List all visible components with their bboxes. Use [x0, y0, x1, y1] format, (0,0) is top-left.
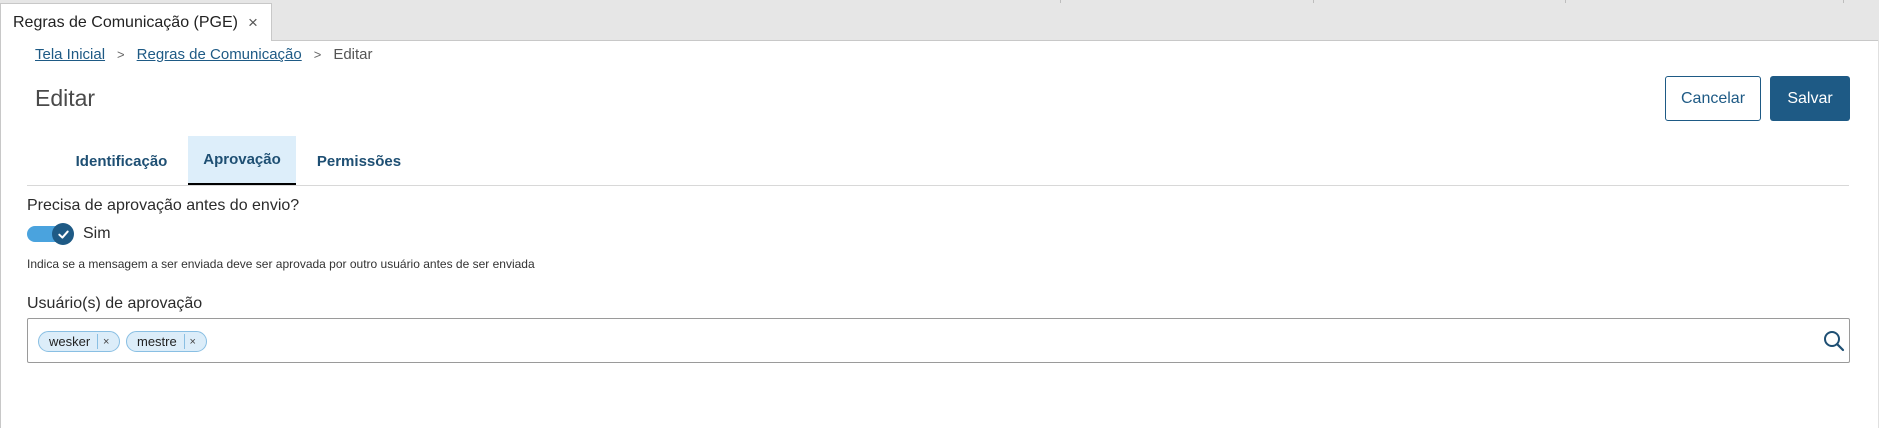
approvers-multiselect[interactable]: wesker × mestre ×	[27, 318, 1850, 363]
approval-help-text: Indica se a mensagem a ser enviada deve …	[27, 257, 535, 271]
breadcrumb: Tela Inicial > Regras de Comunicação > E…	[35, 46, 373, 63]
close-tab-icon[interactable]: ×	[248, 13, 258, 33]
approval-question-label: Precisa de aprovação antes do envio?	[27, 197, 300, 214]
remove-chip-icon[interactable]: ×	[185, 336, 201, 348]
document-tab-title: Regras de Comunicação (PGE)	[13, 13, 238, 31]
save-button[interactable]: Salvar	[1770, 76, 1850, 121]
tab-strip	[0, 0, 1879, 41]
page-title: Editar	[35, 85, 96, 111]
toggle-knob	[52, 223, 74, 245]
strip-divider	[1843, 0, 1844, 3]
cancel-button[interactable]: Cancelar	[1665, 76, 1761, 121]
chevron-right-icon: >	[117, 47, 125, 62]
breadcrumb-current: Editar	[333, 46, 373, 63]
tab-identificacao[interactable]: Identificação	[55, 136, 188, 186]
left-border	[0, 40, 1, 428]
tab-permissoes[interactable]: Permissões	[296, 136, 422, 186]
strip-divider	[1313, 0, 1314, 3]
chevron-right-icon: >	[313, 47, 322, 62]
document-tab[interactable]: Regras de Comunicação (PGE) ×	[0, 3, 272, 41]
remove-chip-icon[interactable]: ×	[98, 336, 114, 348]
approvers-label: Usuário(s) de aprovação	[27, 295, 203, 312]
breadcrumb-home-link[interactable]: Tela Inicial	[35, 46, 105, 63]
tab-aprovacao[interactable]: Aprovação	[188, 136, 296, 186]
approval-toggle[interactable]	[27, 223, 75, 245]
check-icon	[57, 230, 69, 239]
strip-divider	[1060, 0, 1061, 3]
breadcrumb-rules-link[interactable]: Regras de Comunicação	[137, 46, 302, 63]
tabs-divider	[27, 185, 1849, 186]
chip-label: mestre	[137, 334, 177, 349]
chip-label: wesker	[49, 334, 91, 349]
approver-chip: mestre ×	[126, 331, 207, 352]
tab-bar: Identificação Aprovação Permissões	[55, 136, 422, 186]
approver-chip: wesker ×	[38, 331, 120, 352]
approval-toggle-label: Sim	[83, 225, 111, 242]
search-icon[interactable]	[1822, 329, 1846, 353]
strip-divider	[1565, 0, 1566, 3]
